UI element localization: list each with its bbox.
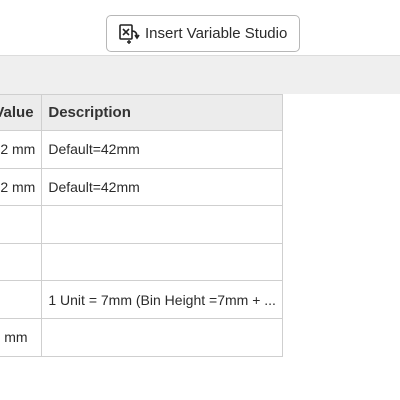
table-row: Number4 (0, 242, 283, 282)
variable-value-field[interactable]: 5 (0, 205, 43, 244)
variable-description-field[interactable] (41, 317, 283, 357)
variable-value-field[interactable]: 4 (0, 242, 43, 282)
variable-description-field[interactable] (41, 242, 283, 282)
variable-value-field[interactable]: 42 mm (0, 167, 43, 207)
variable-description-field[interactable]: Default=42mm (41, 130, 283, 169)
header-description: Description (41, 94, 283, 131)
variable-description-field[interactable]: 1 Unit = 7mm (Bin Height =7mm + ... (41, 280, 283, 319)
variable-value-field[interactable]: 42 mm (0, 130, 43, 169)
variable-table-page: Insert Variable Studio Variable type Val… (0, 0, 400, 400)
table-row: Length1 mm (0, 317, 283, 357)
table-row: Number61 Unit = 7mm (Bin Height =7mm + .… (0, 280, 283, 319)
table-row: Length42 mmDefault=42mm (0, 130, 283, 169)
table-toolbar-band (0, 55, 400, 94)
variable-value-field[interactable]: 6 (0, 280, 43, 319)
header-value: Value (0, 94, 43, 131)
variable-value-field[interactable]: 1 mm (0, 317, 43, 357)
insert-variable-studio-button[interactable]: Insert Variable Studio (106, 15, 300, 52)
table-header-row: Variable type Value Description (0, 94, 283, 131)
variable-studio-icon (117, 22, 141, 46)
variable-description-field[interactable] (41, 205, 283, 244)
table-row: Number5 (0, 205, 283, 244)
table-row: Length42 mmDefault=42mm (0, 167, 283, 207)
insert-variable-studio-label: Insert Variable Studio (145, 25, 288, 42)
variable-description-field[interactable]: Default=42mm (41, 167, 283, 207)
variables-table: Variable type Value Description Length42… (0, 94, 283, 357)
